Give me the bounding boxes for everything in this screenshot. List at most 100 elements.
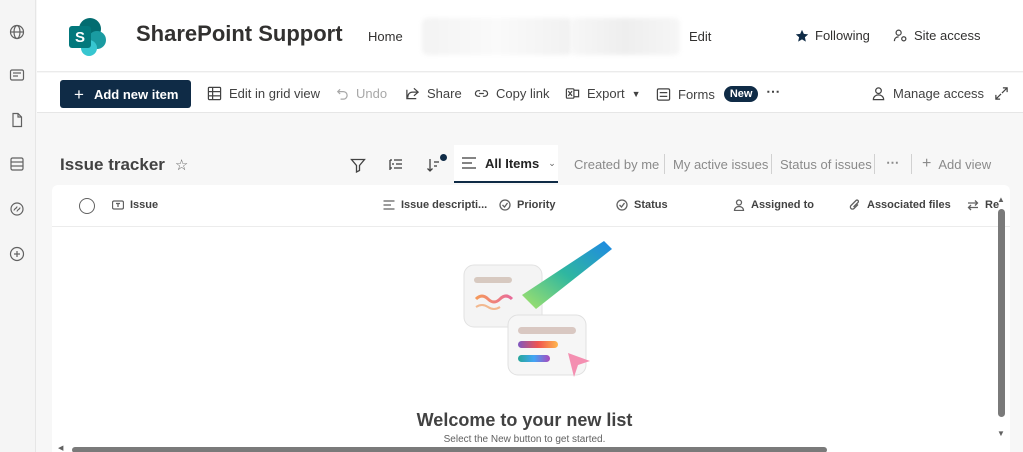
attachment-icon [849, 199, 860, 210]
redacted-nav-item [570, 18, 680, 55]
filter-icon[interactable] [348, 155, 368, 175]
view-tab-my-active-issues[interactable]: My active issues [673, 157, 768, 172]
view-separator [664, 154, 665, 174]
nav-home-link[interactable]: Home [368, 29, 403, 44]
add-new-item-button[interactable]: + Add new item [60, 80, 191, 108]
excel-icon [565, 88, 580, 99]
add-view-label: Add view [938, 156, 992, 172]
manage-access-label: Manage access [893, 86, 985, 101]
column-header-status[interactable]: Status [616, 199, 668, 211]
more-views-button[interactable]: ⋯ [886, 155, 899, 171]
chevron-down-icon: ▼ [631, 88, 641, 99]
sort-active-dot [440, 154, 447, 161]
forms-icon [656, 87, 671, 101]
column-header-associated-files[interactable]: Associated files [849, 199, 951, 211]
link-icon [474, 90, 489, 97]
link-icon[interactable] [8, 200, 26, 218]
database-icon[interactable] [8, 155, 26, 173]
column-label: Priority [517, 199, 556, 211]
vertical-scrollbar[interactable]: ▲ ▼ [995, 193, 1009, 443]
text-field-icon [112, 200, 124, 210]
export-label: Export [587, 86, 625, 101]
undo-icon [336, 88, 348, 100]
chevron-down-icon: ⌄ [548, 157, 556, 168]
following-button[interactable]: Following [795, 28, 870, 43]
column-label: Status [634, 199, 668, 211]
undo-button[interactable]: Undo [334, 86, 387, 101]
view-separator [911, 154, 912, 174]
add-view-button[interactable]: + Add view [922, 156, 991, 172]
add-new-item-label: Add new item [93, 86, 179, 102]
view-tab-status-of-issues[interactable]: Status of issues [780, 157, 872, 172]
column-label: Assigned to [751, 199, 814, 211]
column-header-row: Issue Issue descripti... Priority Status… [52, 185, 1010, 227]
site-header: S SharePoint Support Home Edit Following… [37, 0, 1023, 72]
view-tab-created-by-me[interactable]: Created by me [574, 157, 659, 172]
forms-label: Forms [678, 86, 715, 102]
scroll-up-arrow-icon[interactable]: ▲ [997, 195, 1005, 204]
column-header-priority[interactable]: Priority [499, 199, 556, 211]
view-all-items-tab[interactable]: All Items ⌄ [454, 145, 558, 183]
plus-icon: + [74, 84, 84, 104]
logo-letter: S [75, 29, 85, 46]
copy-link-label: Copy link [496, 86, 550, 101]
export-button[interactable]: Export ▼ [565, 86, 641, 101]
copy-link-button[interactable]: Copy link [474, 86, 549, 101]
column-header-issue-description[interactable]: Issue descripti... [383, 199, 487, 211]
favorite-star-icon[interactable]: ☆ [175, 156, 188, 174]
choice-icon [616, 199, 628, 211]
plus-icon: + [922, 155, 932, 172]
nav-edit-link[interactable]: Edit [689, 29, 711, 44]
choice-icon [499, 199, 511, 211]
site-access-label: Site access [914, 28, 981, 43]
star-filled-icon [795, 29, 809, 42]
share-label: Share [427, 86, 462, 101]
view-separator [771, 154, 772, 174]
active-view-label: All Items [485, 155, 540, 171]
list-icon [462, 157, 476, 169]
add-circle-icon[interactable] [8, 245, 26, 263]
site-title[interactable]: SharePoint Support [136, 21, 343, 47]
forms-button[interactable]: Forms New [656, 86, 759, 102]
globe-icon[interactable] [8, 23, 26, 41]
horizontal-scrollbar[interactable]: ◀ [52, 444, 997, 452]
edit-grid-view-button[interactable]: Edit in grid view [207, 86, 320, 101]
person-icon [733, 199, 745, 211]
column-header-issue[interactable]: Issue [112, 199, 158, 211]
view-separator [874, 154, 875, 174]
column-header-assigned-to[interactable]: Assigned to [733, 199, 814, 211]
undo-label: Undo [356, 86, 388, 101]
column-label: Issue [130, 199, 159, 211]
scroll-down-arrow-icon[interactable]: ▼ [997, 429, 1005, 438]
expand-icon[interactable] [994, 86, 1009, 101]
column-label: Issue descripti... [401, 199, 488, 211]
person-icon [872, 87, 885, 101]
manage-access-button[interactable]: Manage access [871, 86, 984, 101]
column-label: Associated files [867, 199, 951, 211]
vertical-scroll-thumb[interactable] [998, 209, 1005, 417]
sharepoint-logo[interactable]: S [67, 16, 109, 58]
share-button[interactable]: Share [405, 86, 462, 101]
document-icon[interactable] [8, 111, 26, 129]
select-all-checkbox[interactable] [79, 198, 95, 214]
edit-grid-label: Edit in grid view [229, 86, 321, 101]
app-rail [0, 0, 36, 452]
redacted-nav-item [422, 18, 572, 55]
empty-state-title: Welcome to your new list [416, 410, 633, 430]
horizontal-scroll-thumb[interactable] [72, 447, 827, 452]
empty-list-illustration [456, 237, 616, 387]
news-icon[interactable] [8, 66, 26, 84]
people-settings-icon [893, 29, 907, 42]
new-badge: New [723, 86, 759, 102]
list-title: Issue tracker ☆ [60, 155, 188, 175]
arrows-icon [967, 200, 979, 211]
site-access-button[interactable]: Site access [893, 28, 980, 43]
list-grid: Issue Issue descripti... Priority Status… [52, 185, 1010, 452]
list-title-text[interactable]: Issue tracker [60, 155, 165, 175]
scroll-left-arrow-icon[interactable]: ◀ [58, 444, 63, 452]
multiline-text-icon [383, 200, 395, 210]
more-options-button[interactable]: ⋯ [766, 83, 780, 100]
group-list-icon[interactable] [386, 155, 406, 175]
grid-icon [207, 86, 222, 101]
share-icon [406, 87, 420, 100]
